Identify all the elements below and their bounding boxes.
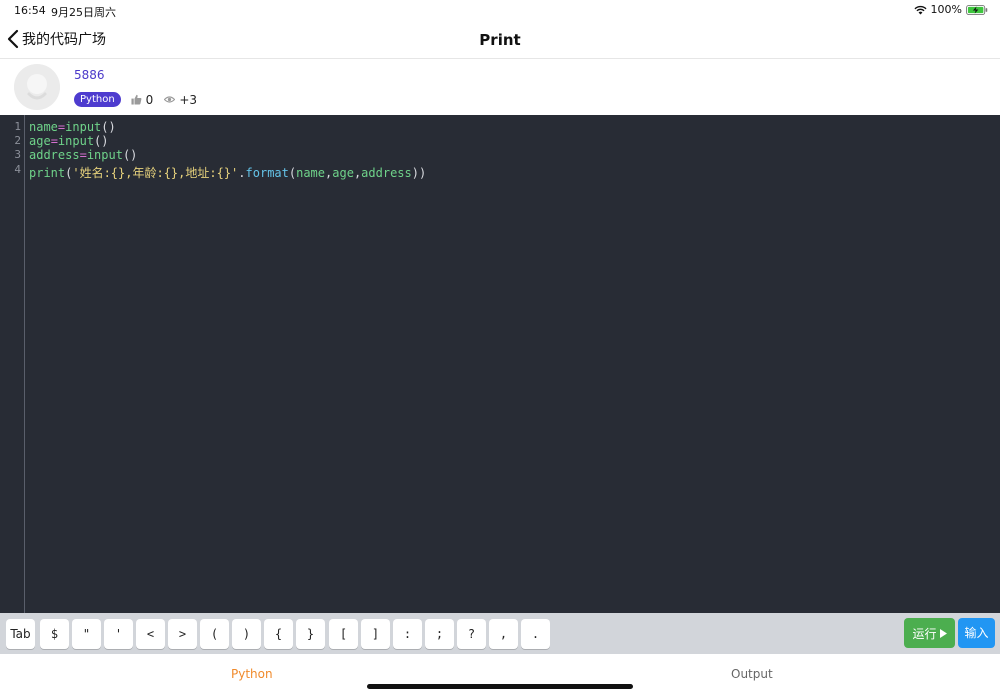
code-line[interactable]: name=input(): [29, 120, 116, 134]
key-double-quote[interactable]: ": [72, 619, 101, 649]
tab-output[interactable]: Output: [731, 667, 773, 681]
line-number: 1: [14, 120, 21, 133]
language-badge: Python: [74, 92, 121, 107]
default-avatar-icon: [14, 64, 60, 110]
run-button[interactable]: 运行: [904, 618, 955, 648]
code-token: .: [238, 166, 246, 180]
play-icon: [939, 628, 947, 638]
key-close-brace[interactable]: }: [296, 619, 325, 649]
key-open-paren[interactable]: (: [200, 619, 229, 649]
run-button-label: 运行: [912, 626, 937, 641]
author-name[interactable]: 5886: [74, 68, 105, 82]
code-token: format: [245, 166, 289, 180]
key-open-brace[interactable]: {: [264, 619, 293, 649]
code-token: input: [65, 120, 102, 134]
line-number: 2: [14, 134, 21, 147]
key-semicolon[interactable]: ;: [425, 619, 454, 649]
key-close-bracket[interactable]: ]: [361, 619, 390, 649]
author-header: 5886 Python 0 +3: [0, 59, 1000, 115]
status-time: 16:54: [14, 4, 46, 17]
key-dollar[interactable]: $: [40, 619, 69, 649]
key-less-than[interactable]: <: [136, 619, 165, 649]
input-button[interactable]: 输入: [958, 618, 995, 648]
code-token: name: [29, 120, 58, 134]
page-title: Print: [479, 31, 521, 49]
code-token: =: [79, 148, 87, 162]
key-period[interactable]: .: [521, 619, 550, 649]
author-meta: Python 0 +3: [74, 92, 197, 107]
code-token: address: [361, 166, 412, 180]
key-open-bracket[interactable]: [: [329, 619, 358, 649]
navigation-bar: 我的代码广场 Print: [0, 20, 1000, 59]
avatar[interactable]: [14, 64, 60, 110]
code-token: (): [101, 120, 116, 134]
key-comma[interactable]: ,: [489, 619, 518, 649]
like-count: 0: [145, 92, 154, 107]
code-token: (): [94, 134, 109, 148]
thumbs-up-icon[interactable]: [131, 94, 142, 105]
key-close-paren[interactable]: ): [232, 619, 261, 649]
line-number-gutter: 1 2 3 4: [0, 115, 25, 613]
line-number: 4: [14, 163, 21, 176]
bottom-tab-bar: Python Output: [0, 654, 1000, 695]
status-bar: 16:54 9月25日周六 100%: [0, 0, 1000, 20]
battery-charging-icon: [966, 4, 988, 15]
symbol-key-bar: Tab $ " ' < > ( ) { } [ ] : ; ? , . 运行 输…: [0, 613, 1000, 654]
view-count: +3: [179, 92, 198, 107]
key-question-mark[interactable]: ?: [457, 619, 486, 649]
code-token: name: [296, 166, 326, 180]
code-token: print: [29, 166, 66, 180]
code-line[interactable]: age=input(): [29, 134, 109, 148]
code-token: '姓名:{},年龄:{},地址:{}': [72, 166, 239, 180]
status-date: 9月25日周六: [51, 6, 116, 19]
tab-python[interactable]: Python: [231, 667, 273, 681]
code-token: input: [57, 134, 95, 148]
code-token: )): [411, 166, 427, 180]
key-single-quote[interactable]: ': [104, 619, 133, 649]
eye-icon: [164, 96, 176, 103]
code-token: address: [29, 148, 80, 162]
code-token: input: [86, 148, 123, 162]
code-token: =: [50, 134, 58, 148]
code-token: (): [122, 148, 138, 162]
key-colon[interactable]: :: [393, 619, 422, 649]
code-line[interactable]: print('姓名:{},年龄:{},地址:{}'.format(name,ag…: [29, 166, 426, 180]
code-editor[interactable]: 1 2 3 4 name=input() age=input() address=i…: [0, 115, 1000, 613]
wifi-icon: [914, 5, 927, 14]
code-token: age: [332, 166, 354, 180]
code-token: age: [29, 134, 51, 148]
line-number: 3: [14, 148, 21, 161]
battery-percent: 100%: [930, 3, 962, 16]
key-greater-than[interactable]: >: [168, 619, 197, 649]
key-tab[interactable]: Tab: [6, 619, 35, 649]
home-indicator: [367, 684, 633, 689]
status-right: 100%: [914, 3, 988, 16]
code-line[interactable]: address=input(): [29, 148, 137, 162]
